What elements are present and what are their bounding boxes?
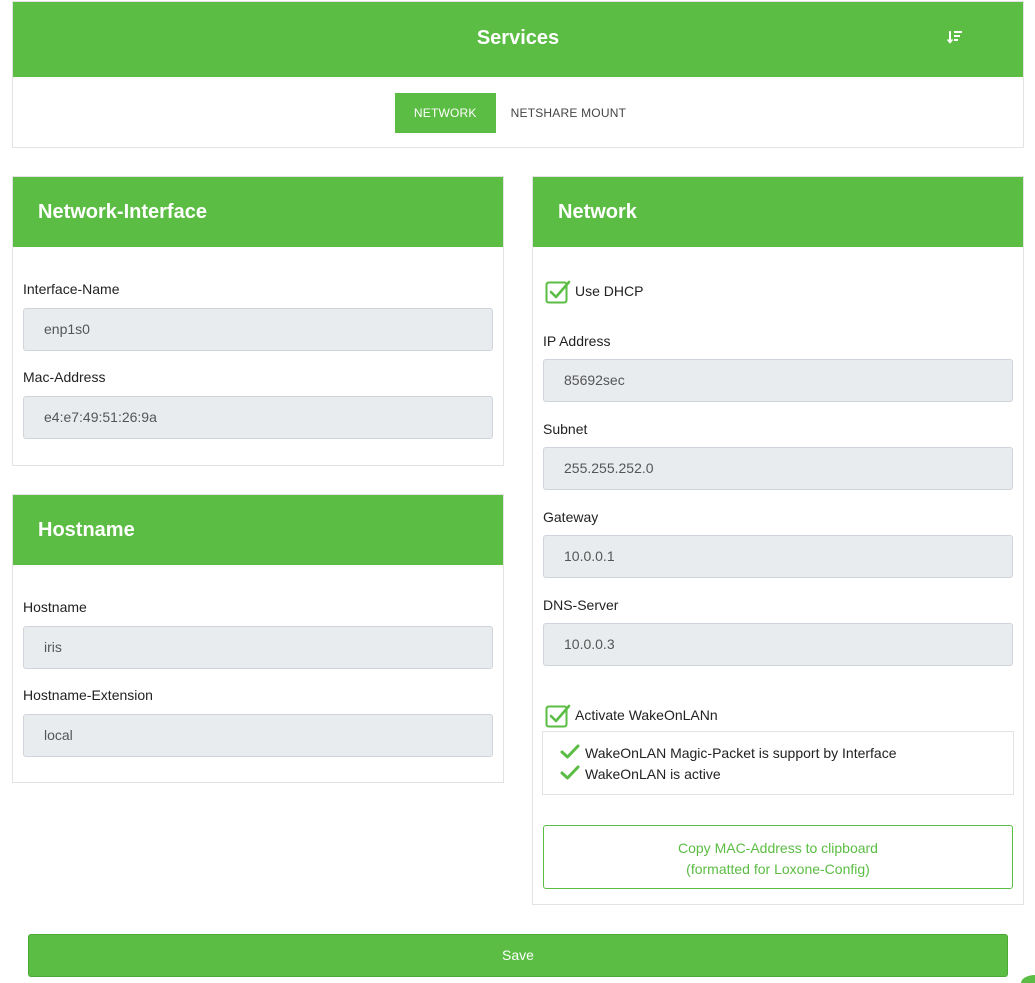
interface-name-label: Interface-Name xyxy=(23,281,120,297)
wakeonlan-status-box: WakeOnLAN Magic-Packet is support by Int… xyxy=(542,731,1014,795)
dns-server-label: DNS-Server xyxy=(543,597,619,613)
dns-server-field[interactable]: 10.0.0.3 xyxy=(543,623,1013,666)
hostname-title: Hostname xyxy=(13,495,503,565)
header-bar: Services xyxy=(13,2,1023,77)
wakeonlan-status-text: WakeOnLAN is active xyxy=(585,766,721,782)
network-card: Network Use DHCP IP Address 85692sec Sub… xyxy=(532,176,1024,905)
tab-bar: NETWORK NETSHARE MOUNT xyxy=(13,93,1023,133)
dhcp-label: Use DHCP xyxy=(575,283,644,299)
hostname-card: Hostname Hostname iris Hostname-Extensio… xyxy=(12,494,504,783)
subnet-field[interactable]: 255.255.252.0 xyxy=(543,447,1013,490)
gateway-field[interactable]: 10.0.0.1 xyxy=(543,535,1013,578)
mac-address-field[interactable]: e4:e7:49:51:26:9a xyxy=(23,396,493,439)
network-interface-card: Network-Interface Interface-Name enp1s0 … xyxy=(12,176,504,466)
dhcp-checkbox[interactable] xyxy=(545,279,571,305)
save-button[interactable]: Save xyxy=(28,934,1008,977)
wakeonlan-label: Activate WakeOnLANn xyxy=(575,707,718,723)
hostname-label: Hostname xyxy=(23,599,87,615)
hostname-extension-label: Hostname-Extension xyxy=(23,687,153,703)
mac-address-label: Mac-Address xyxy=(23,369,106,385)
network-interface-title: Network-Interface xyxy=(13,177,503,247)
gateway-label: Gateway xyxy=(543,509,599,525)
interface-name-field[interactable]: enp1s0 xyxy=(23,308,493,351)
network-title: Network xyxy=(533,177,1023,247)
tab-netshare-mount[interactable]: NETSHARE MOUNT xyxy=(496,93,641,133)
hostname-field[interactable]: iris xyxy=(23,626,493,669)
wakeonlan-status-text: WakeOnLAN Magic-Packet is support by Int… xyxy=(585,745,897,761)
ip-address-field[interactable]: 85692sec xyxy=(543,359,1013,402)
corner-decoration xyxy=(1021,975,1035,983)
tab-network[interactable]: NETWORK xyxy=(394,93,496,133)
page-title: Services xyxy=(476,27,560,49)
copy-mac-line1: Copy MAC-Address to clipboard xyxy=(678,840,878,856)
ip-address-label: IP Address xyxy=(543,333,611,349)
checkmark-icon xyxy=(560,744,580,759)
subnet-label: Subnet xyxy=(543,421,588,437)
wakeonlan-checkbox[interactable] xyxy=(545,703,571,729)
hostname-extension-field[interactable]: local xyxy=(23,714,493,757)
checkmark-icon xyxy=(560,765,580,780)
copy-mac-address-button[interactable]: Copy MAC-Address to clipboard (formatted… xyxy=(543,825,1013,889)
copy-mac-line2: (formatted for Loxone-Config) xyxy=(686,861,870,877)
services-header: Services NETWORK NETSHARE MOUNT xyxy=(12,1,1024,148)
sort-descending-icon[interactable] xyxy=(947,29,963,45)
